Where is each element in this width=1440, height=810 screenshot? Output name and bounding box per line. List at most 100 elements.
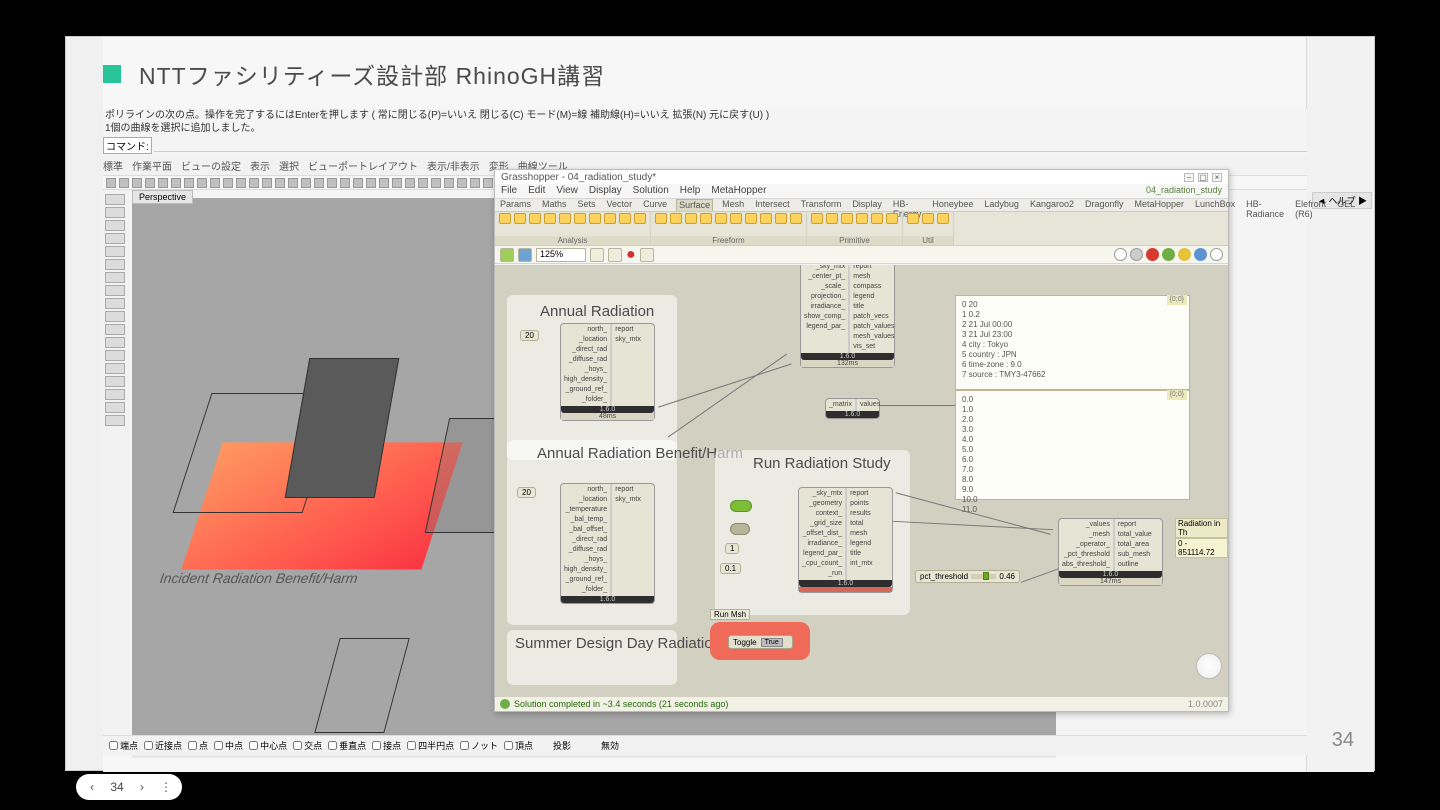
- tool-icon[interactable]: [105, 311, 125, 322]
- tab-setview[interactable]: ビューの設定: [181, 158, 241, 173]
- tool-icon[interactable]: [366, 178, 376, 188]
- tab-standard[interactable]: 標準: [103, 158, 123, 173]
- tab-select[interactable]: 選択: [279, 158, 299, 173]
- tool-icon[interactable]: [105, 259, 125, 270]
- tool-icon[interactable]: [197, 178, 207, 188]
- ribbon-icon[interactable]: [922, 213, 934, 224]
- maximize-button[interactable]: ▢: [1198, 173, 1208, 182]
- minimize-button[interactable]: –: [1184, 173, 1194, 182]
- ribbon-icon[interactable]: [574, 213, 586, 224]
- ribbon-icon[interactable]: [856, 213, 868, 224]
- zoom-input[interactable]: 125%: [536, 248, 586, 262]
- tool-icon[interactable]: [105, 285, 125, 296]
- ribbon-icon[interactable]: [790, 213, 802, 224]
- rhino-left-toolbar[interactable]: [103, 190, 129, 750]
- more-options-button[interactable]: ⋮: [158, 779, 174, 795]
- pen-icon[interactable]: [640, 248, 654, 262]
- incident-radiation-component[interactable]: _sky_mtx_geometrycontext__grid_size_offs…: [798, 487, 893, 593]
- tool-icon[interactable]: [145, 178, 155, 188]
- tool-icon[interactable]: [236, 178, 246, 188]
- panel-component-bottom[interactable]: {0;0} 0.01.02.03.04.05.06.07.08.09.010.0…: [955, 390, 1190, 500]
- osnap-near[interactable]: 近接点: [144, 739, 182, 752]
- gh-canvas[interactable]: _sky_mtx_center_pt__scale_projection_irr…: [495, 265, 1228, 697]
- tool-icon[interactable]: [105, 389, 125, 400]
- ribbon-icon[interactable]: [715, 213, 727, 224]
- gh-ribbon[interactable]: Analysis Freeform Primitive Util: [495, 212, 1228, 246]
- osnap-tan[interactable]: 接点: [372, 739, 401, 752]
- tool-icon[interactable]: [105, 402, 125, 413]
- ribbon-icon[interactable]: [760, 213, 772, 224]
- ribbon-icon[interactable]: [775, 213, 787, 224]
- menu-help[interactable]: Help: [680, 185, 701, 197]
- mesh-threshold-component[interactable]: _values_mesh_operator__pct_thresholdabs_…: [1058, 518, 1163, 586]
- tool-icon[interactable]: [249, 178, 259, 188]
- tool-icon[interactable]: [105, 233, 125, 244]
- tool-icon[interactable]: [105, 324, 125, 335]
- ribbon-icon[interactable]: [700, 213, 712, 224]
- brep-param[interactable]: [730, 500, 752, 512]
- osnap-int[interactable]: 交点: [293, 739, 322, 752]
- tool-icon[interactable]: [105, 220, 125, 231]
- preview-blue-icon[interactable]: [1194, 248, 1207, 261]
- tool-icon[interactable]: [405, 178, 415, 188]
- ribbon-icon[interactable]: [514, 213, 526, 224]
- tool-icon[interactable]: [106, 178, 116, 188]
- tool-icon[interactable]: [105, 246, 125, 257]
- save-file-icon[interactable]: [518, 248, 532, 262]
- menu-display[interactable]: Display: [589, 185, 622, 197]
- menu-file[interactable]: File: [501, 185, 517, 197]
- gh-quick-toolbar[interactable]: 125% ●: [495, 246, 1228, 264]
- panel-component-top[interactable]: {0;0} 0 201 0.22 21 Jul 00:003 21 Jul 23…: [955, 295, 1190, 390]
- number-input[interactable]: 20: [517, 487, 536, 498]
- number-input[interactable]: 20: [520, 330, 539, 341]
- osnap-project[interactable]: 投影: [553, 739, 571, 752]
- osnap-disable[interactable]: 無効: [601, 739, 619, 752]
- ribbon-icon[interactable]: [655, 213, 667, 224]
- tool-icon[interactable]: [392, 178, 402, 188]
- tool-icon[interactable]: [105, 207, 125, 218]
- osnap-perp[interactable]: 垂直点: [328, 739, 366, 752]
- tool-icon[interactable]: [132, 178, 142, 188]
- current-page[interactable]: 34: [108, 780, 126, 794]
- tool-icon[interactable]: [223, 178, 233, 188]
- osnap-vertex[interactable]: 頂点: [504, 739, 533, 752]
- tool-icon[interactable]: [444, 178, 454, 188]
- ribbon-icon[interactable]: [499, 213, 511, 224]
- tool-icon[interactable]: [105, 272, 125, 283]
- preview-grey-icon[interactable]: [1130, 248, 1143, 261]
- tool-icon[interactable]: [105, 194, 125, 205]
- prev-page-button[interactable]: ‹: [84, 779, 100, 795]
- menu-edit[interactable]: Edit: [528, 185, 545, 197]
- sky-matrix-component[interactable]: north__location_direct_rad_diffuse_rad_h…: [560, 323, 655, 421]
- preview-wire-icon[interactable]: [1210, 248, 1223, 261]
- tab-cplane[interactable]: 作業平面: [132, 158, 172, 173]
- boolean-toggle[interactable]: Toggle True: [728, 635, 793, 649]
- viewer-page-toolbar[interactable]: ‹ 34 › ⋮: [76, 774, 182, 800]
- menu-view[interactable]: View: [556, 185, 578, 197]
- osnap-bar[interactable]: 端点 近接点 点 中点 中心点 交点 垂直点 接点 四半円点 ノット 頂点 投影…: [103, 735, 1307, 755]
- canvas-compass-icon[interactable]: [1196, 653, 1222, 679]
- preview-icon[interactable]: [1114, 248, 1127, 261]
- ribbon-icon[interactable]: [544, 213, 556, 224]
- ribbon-icon[interactable]: [886, 213, 898, 224]
- ribbon-icon[interactable]: [811, 213, 823, 224]
- tool-icon[interactable]: [327, 178, 337, 188]
- tool-icon[interactable]: [105, 363, 125, 374]
- next-page-button[interactable]: ›: [134, 779, 150, 795]
- gh-titlebar[interactable]: Grasshopper - 04_radiation_study* – ▢ ×: [495, 170, 1228, 184]
- ribbon-icon[interactable]: [589, 213, 601, 224]
- tool-icon[interactable]: [105, 415, 125, 426]
- sketch-icon[interactable]: [608, 248, 622, 262]
- tool-icon[interactable]: [379, 178, 389, 188]
- tool-icon[interactable]: [288, 178, 298, 188]
- geometry-param[interactable]: [730, 523, 750, 535]
- tab-visibility[interactable]: 表示/非表示: [427, 158, 480, 173]
- ribbon-icon[interactable]: [670, 213, 682, 224]
- tool-icon[interactable]: [314, 178, 324, 188]
- tool-icon[interactable]: [340, 178, 350, 188]
- offset-input[interactable]: 0.1: [720, 563, 741, 574]
- tool-icon[interactable]: [171, 178, 181, 188]
- tool-icon[interactable]: [431, 178, 441, 188]
- ribbon-icon[interactable]: [559, 213, 571, 224]
- ribbon-icon[interactable]: [907, 213, 919, 224]
